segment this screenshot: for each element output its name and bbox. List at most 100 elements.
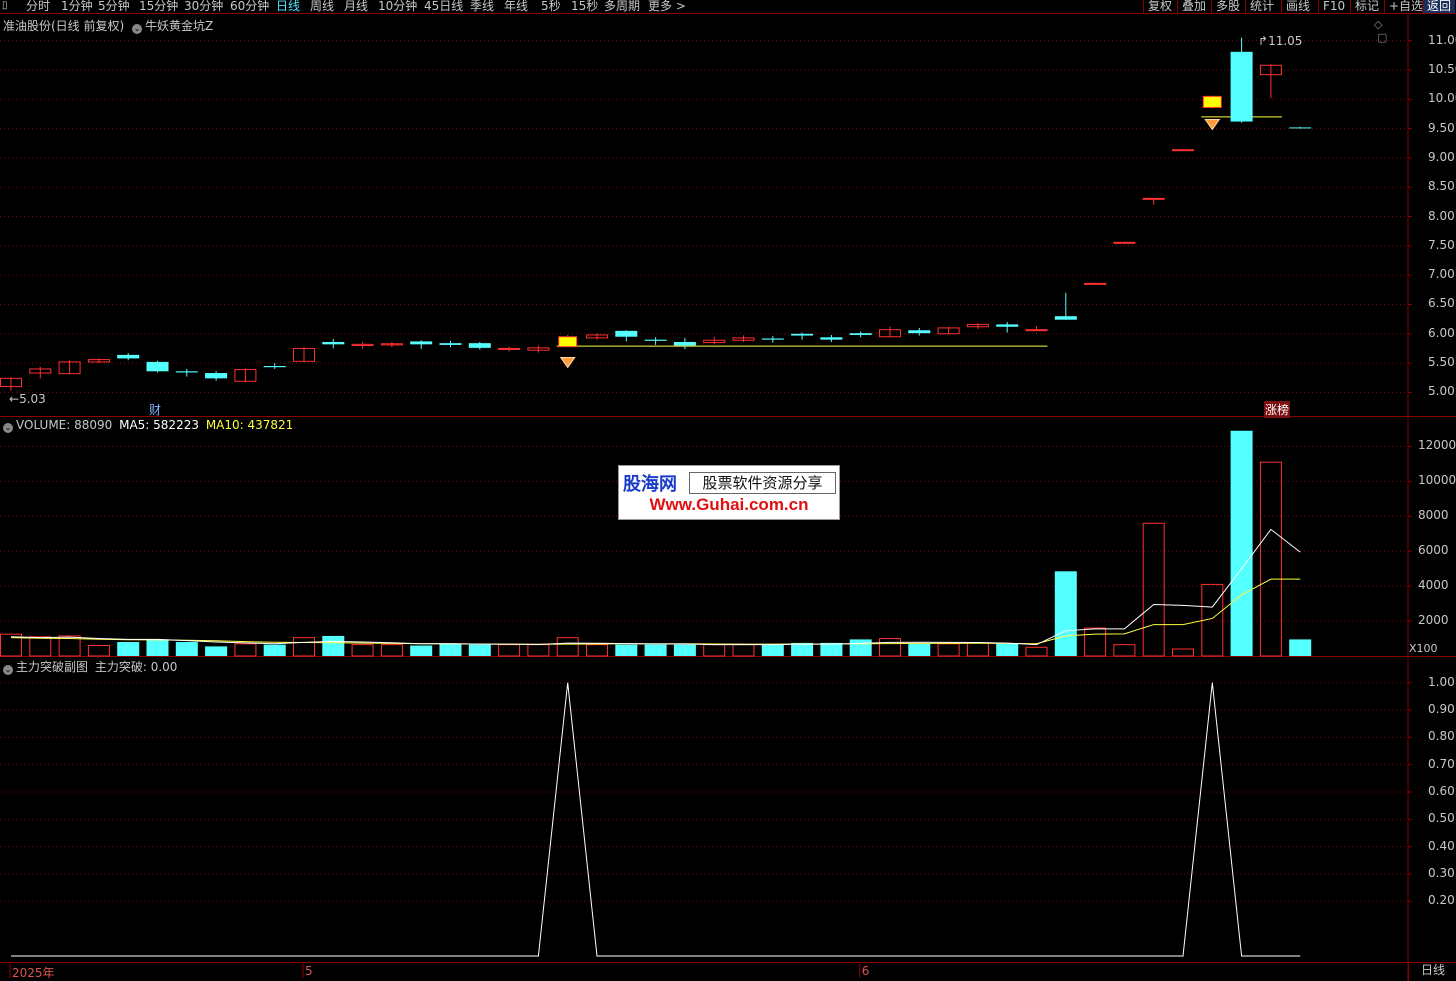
sub-tick-label: 0.60 — [1428, 784, 1455, 798]
price-tick-label: 11.00 — [1428, 32, 1456, 47]
volume-bar-down — [849, 639, 872, 656]
candle-body-down — [644, 339, 667, 341]
volume-bar-up — [380, 644, 403, 657]
candle-body-down — [439, 343, 462, 345]
volume-bar-down — [996, 643, 1019, 656]
price-tick-label: 9.00 — [1428, 149, 1455, 164]
candle-body-down — [996, 324, 1019, 327]
watermark-tagline: 股票软件资源分享 — [689, 472, 836, 494]
candle-body-down — [908, 330, 931, 334]
watermark-logo: 股海网 股票软件资源分享 Www.Guhai.com.cn — [618, 465, 840, 520]
volume-bar-up — [498, 644, 521, 657]
volume-bar-up — [29, 636, 52, 657]
volume-bar-down — [644, 644, 667, 656]
price-tick-label: 9.50 — [1428, 120, 1455, 135]
candle-body-up — [1025, 329, 1048, 332]
candle-body-down — [146, 361, 169, 372]
volume-bar-down — [117, 642, 140, 656]
high-marker-arrow: ↱ — [1258, 34, 1269, 48]
volume-bar-up — [1025, 646, 1048, 657]
volume-bar-up — [87, 645, 110, 657]
sub-tick-label: 0.30 — [1428, 866, 1455, 880]
signal-candle — [558, 336, 578, 348]
price-tick-label: 6.00 — [1428, 325, 1455, 340]
candle-body-up — [1172, 149, 1194, 152]
volume-bar-up — [937, 643, 960, 657]
volume-bar-up — [556, 637, 579, 657]
sub-tick-label: 0.70 — [1428, 756, 1455, 771]
volume-bar-down — [205, 646, 228, 656]
volume-bar-up — [1259, 461, 1282, 657]
volume-bar-up — [966, 642, 989, 657]
volume-tick-label: 8000 — [1418, 508, 1449, 523]
volume-ma5-line — [10, 528, 1301, 646]
volume-bar-down — [322, 635, 345, 656]
candle-body-down — [117, 354, 140, 359]
candle-body-down — [820, 337, 843, 340]
volume-bar-up — [586, 644, 608, 657]
volume-tick-label: 2000 — [1418, 613, 1449, 628]
high-marker-value: 11.05 — [1268, 34, 1303, 48]
volume-tick-label: 4000 — [1418, 578, 1449, 593]
price-tick-label: 7.50 — [1428, 237, 1455, 252]
sub-tick-label: 0.80 — [1428, 729, 1455, 744]
sub-tick-label: 0.50 — [1428, 811, 1455, 826]
volume-bar-up — [1084, 627, 1107, 657]
volume-bar-down — [761, 644, 784, 656]
watermark-url: Www.Guhai.com.cn — [649, 495, 809, 514]
volume-bar-down — [1230, 430, 1253, 656]
bottom-period-tab[interactable]: 日线 — [1408, 962, 1456, 981]
volume-bar-down — [175, 642, 198, 656]
low-marker-arrow: ← — [9, 392, 20, 406]
volume-bar-down — [673, 644, 696, 656]
volume-bar-down — [1054, 571, 1077, 656]
volume-tick-label: 10000 — [1418, 473, 1456, 488]
volume-bar-up — [527, 644, 550, 657]
limit-up-list-badge[interactable]: 涨榜 — [1264, 401, 1291, 418]
low-marker-value: 5.03 — [19, 392, 46, 406]
candle-body-up — [1113, 241, 1136, 244]
volume-tick-label: 12000 — [1418, 438, 1456, 453]
diamond-signal-icon — [559, 357, 576, 369]
candle-body-down — [205, 373, 228, 379]
diamond-signal-icon — [1204, 118, 1221, 131]
candle-body-up — [1084, 282, 1107, 285]
signal-candle — [1202, 95, 1222, 108]
volume-bar-up — [351, 644, 374, 657]
date-label: 6 — [861, 964, 870, 978]
volume-ma10-line — [10, 578, 1301, 645]
financial-report-badge[interactable]: 财 — [149, 401, 161, 418]
volume-tick-label: 6000 — [1418, 543, 1449, 558]
volume-bar-up — [234, 643, 257, 657]
volume-bar-down — [1289, 639, 1312, 656]
candle-body-up — [1142, 197, 1165, 200]
volume-bar-up — [703, 644, 726, 657]
candle-body-down — [673, 341, 696, 346]
candle-body-down — [791, 333, 814, 336]
volume-bar-up — [879, 638, 901, 657]
low-price-marker: ←5.03 — [9, 392, 46, 406]
volume-bar-down — [615, 644, 638, 656]
price-tick-label: 7.00 — [1428, 267, 1455, 282]
candle-body-down — [849, 333, 872, 335]
candle-body-down — [1054, 316, 1077, 320]
date-label: 2025年 — [12, 966, 55, 980]
price-tick-label: 10.00 — [1428, 91, 1456, 106]
candle-body-down — [322, 341, 345, 345]
volume-bar-down — [908, 643, 931, 656]
volume-bar-down — [468, 644, 491, 656]
high-price-marker: ↱11.05 — [1258, 34, 1302, 48]
candle-body-down — [615, 330, 638, 337]
volume-bar-down — [263, 644, 286, 656]
volume-bar-down — [410, 645, 433, 656]
volume-bar-up — [293, 637, 315, 657]
price-tick-label: 6.50 — [1428, 296, 1455, 311]
watermark-brand: 股海网 — [623, 474, 677, 495]
candle-body-down — [468, 343, 491, 348]
volume-bar-down — [146, 639, 169, 656]
candle-body-down — [761, 338, 784, 340]
date-label: 5 — [305, 964, 313, 978]
volume-bar-up — [1113, 644, 1136, 657]
volume-bar-down — [820, 642, 843, 656]
price-tick-label: 8.00 — [1428, 208, 1455, 223]
